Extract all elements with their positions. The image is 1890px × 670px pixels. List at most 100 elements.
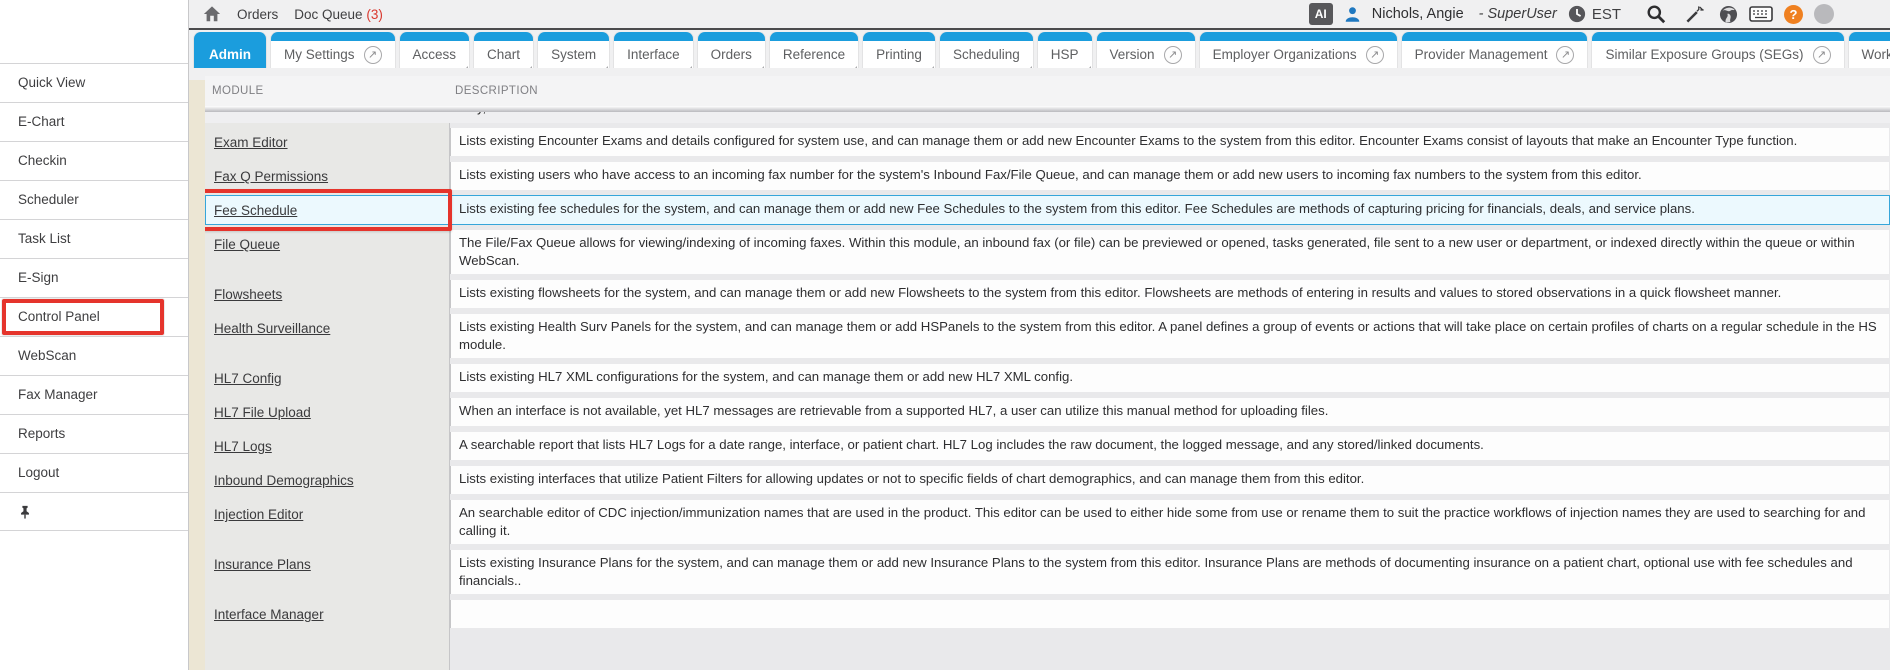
tab-my-settings[interactable]: My Settings↗	[271, 32, 395, 68]
user-name[interactable]: Nichols, Angie	[1372, 6, 1464, 22]
module-link-fee-schedule[interactable]: Fee Schedule	[214, 203, 297, 218]
module-description: Lists existing fee schedules for the sys…	[450, 196, 1889, 224]
clipped-row: y,	[205, 112, 1890, 123]
module-cell: Fee Schedule	[206, 196, 450, 224]
timezone-label: EST	[1592, 6, 1621, 23]
table-row: Exam EditorLists existing Encounter Exam…	[205, 127, 1890, 157]
tab-corner-notch	[527, 66, 532, 68]
pin-icon[interactable]	[18, 505, 32, 519]
search-icon[interactable]	[1646, 4, 1666, 24]
module-cell: File Queue	[206, 230, 450, 274]
popout-icon[interactable]: ↗	[1813, 46, 1831, 64]
tab-access[interactable]: Access	[400, 32, 470, 68]
tab-label: Work L	[1862, 47, 1890, 62]
clipped-row-text: y,	[477, 112, 486, 115]
sidebar-pin-row[interactable]	[0, 492, 188, 531]
breadcrumb-orders[interactable]: Orders	[237, 7, 278, 22]
table-row: Insurance Plans Lists existing Insurance …	[205, 549, 1890, 595]
module-description: Lists existing Health Surv Panels for th…	[450, 314, 1889, 358]
tab-work-l[interactable]: Work L	[1849, 32, 1890, 68]
user-role: - SuperUser	[1479, 6, 1557, 22]
tab-version[interactable]: Version ↗	[1097, 32, 1195, 68]
module-link-health-surveillance[interactable]: Health Surveillance	[214, 321, 330, 336]
sidebar-item-e-sign[interactable]: E-Sign	[0, 258, 188, 297]
sidebar-item-quick-view[interactable]: Quick View	[0, 63, 188, 102]
top-bar: Orders Doc Queue (3) AI Nichols, Angie -…	[189, 0, 1890, 30]
table-header: MODULE DESCRIPTION	[205, 76, 1890, 106]
module-link-injection-editor[interactable]: Injection Editor	[214, 507, 303, 522]
module-link-exam-editor[interactable]: Exam Editor	[214, 135, 288, 150]
module-cell: Health Surveillance	[206, 314, 450, 358]
tab-orders[interactable]: Orders	[698, 32, 765, 68]
module-tab-bar: Admin My Settings↗ Access Chart System Interf…	[189, 32, 1890, 68]
popout-icon[interactable]: ↗	[1164, 46, 1182, 64]
table-row: HL7 File UploadWhen an interface is not …	[205, 397, 1890, 427]
sidebar-item-reports[interactable]: Reports	[0, 414, 188, 453]
tab-scheduling[interactable]: Scheduling	[940, 32, 1033, 68]
module-description: Lists existing interfaces that utilize P…	[450, 466, 1889, 494]
sidebar-item-webscan[interactable]: WebScan	[0, 336, 188, 375]
sidebar-item-fax-manager[interactable]: Fax Manager	[0, 375, 188, 414]
popout-icon[interactable]: ↗	[1556, 46, 1574, 64]
left-accent-strip	[189, 80, 205, 670]
module-link-file-queue[interactable]: File Queue	[214, 237, 280, 252]
tab-system[interactable]: System	[538, 32, 609, 68]
module-link-hl7-config[interactable]: HL7 Config	[214, 371, 282, 386]
table-row: Inbound Demographics Lists existing inter…	[205, 465, 1890, 495]
tab-similar-exposure-groups-segs[interactable]: Similar Exposure Groups (SEGs)↗	[1592, 32, 1843, 68]
sidebar-item-task-list[interactable]: Task List	[0, 219, 188, 258]
module-link-insurance-plans[interactable]: Insurance Plans	[214, 557, 311, 572]
table-row: HL7 Config Lists existing HL7 XML configu…	[205, 363, 1890, 393]
sidebar-item-e-chart[interactable]: E-Chart	[0, 102, 188, 141]
tab-label: Admin	[209, 47, 251, 62]
tab-label: Access	[413, 47, 457, 62]
popout-icon[interactable]: ↗	[364, 46, 382, 64]
keyboard-icon[interactable]	[1749, 6, 1773, 22]
table-row: FlowsheetsLists existing flowsheets for …	[205, 279, 1890, 309]
table-row: Health Surveillance Lists existing Health…	[205, 313, 1890, 359]
user-icon[interactable]	[1344, 6, 1361, 23]
module-cell: HL7 File Upload	[206, 398, 450, 426]
wand-icon[interactable]	[1685, 5, 1704, 24]
module-cell: Insurance Plans	[206, 550, 450, 594]
module-link-interface-manager[interactable]: Interface Manager	[214, 607, 324, 622]
tab-employer-organizations[interactable]: Employer Organizations↗	[1200, 32, 1397, 68]
table-row: Interface Manager	[205, 599, 1890, 629]
globe-icon[interactable]	[1719, 5, 1738, 24]
sidebar-item-logout[interactable]: Logout	[0, 453, 188, 492]
module-link-fax-q-permissions[interactable]: Fax Q Permissions	[214, 169, 328, 184]
sidebar: Quick ViewE-ChartCheckinSchedulerTask Li…	[0, 0, 189, 670]
module-description: Lists existing HL7 XML configurations fo…	[450, 364, 1889, 392]
tab-label: System	[551, 47, 596, 62]
tab-label: Chart	[487, 47, 520, 62]
tab-admin[interactable]: Admin	[194, 32, 266, 68]
status-circle	[1814, 4, 1834, 24]
module-link-inbound-demographics[interactable]: Inbound Demographics	[214, 473, 354, 488]
tab-chart[interactable]: Chart	[474, 32, 533, 68]
tab-label: Version	[1110, 47, 1155, 62]
sidebar-item-scheduler[interactable]: Scheduler	[0, 180, 188, 219]
help-icon[interactable]: ?	[1784, 5, 1803, 24]
tab-interface[interactable]: Interface	[614, 32, 693, 68]
tab-provider-management[interactable]: Provider Management↗	[1402, 32, 1588, 68]
home-icon[interactable]	[203, 5, 221, 23]
tab-hsp[interactable]: HSP	[1038, 32, 1092, 68]
module-link-flowsheets[interactable]: Flowsheets	[214, 287, 282, 302]
top-bar-right: AI Nichols, Angie - SuperUser EST ?	[1309, 3, 1834, 25]
clock-icon[interactable]	[1568, 5, 1586, 23]
tab-printing[interactable]: Printing	[863, 32, 935, 68]
module-description: Lists existing Insurance Plans for the s…	[450, 550, 1889, 594]
sidebar-item-control-panel[interactable]: Control Panel	[0, 297, 188, 336]
doc-queue-count: (3)	[366, 7, 383, 22]
tab-reference[interactable]: Reference	[770, 32, 858, 68]
sidebar-item-checkin[interactable]: Checkin	[0, 141, 188, 180]
module-cell: Inbound Demographics	[206, 466, 450, 494]
module-link-hl7-logs[interactable]: HL7 Logs	[214, 439, 272, 454]
sidebar-list: Quick ViewE-ChartCheckinSchedulerTask Li…	[0, 63, 188, 531]
popout-icon[interactable]: ↗	[1366, 46, 1384, 64]
column-header-description: DESCRIPTION	[449, 85, 538, 97]
module-link-hl7-file-upload[interactable]: HL7 File Upload	[214, 405, 311, 420]
module-description	[450, 600, 1889, 628]
breadcrumb-doc-queue[interactable]: Doc Queue (3)	[294, 7, 383, 22]
ai-badge[interactable]: AI	[1309, 3, 1333, 25]
